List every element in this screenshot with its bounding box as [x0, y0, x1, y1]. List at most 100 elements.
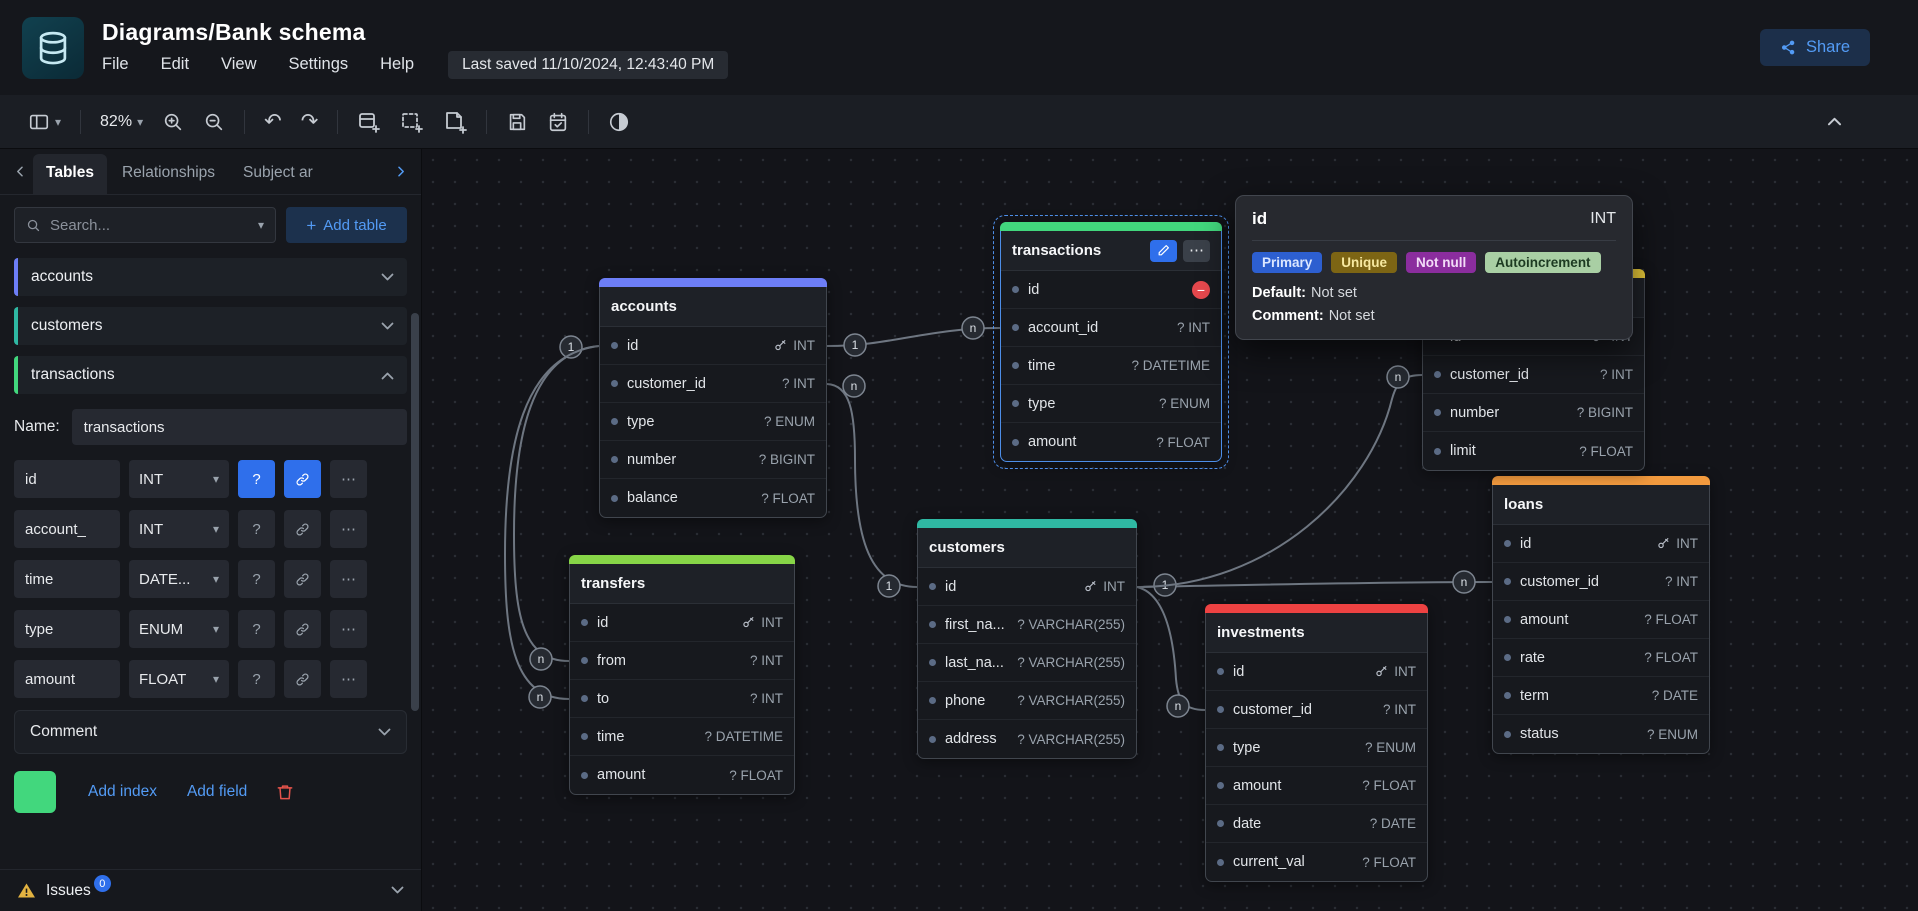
- nullable-toggle-button[interactable]: ?: [238, 510, 275, 548]
- table-header[interactable]: investments: [1206, 613, 1427, 653]
- search-input[interactable]: [50, 217, 249, 234]
- table-field-row[interactable]: number? BIGINT: [600, 441, 826, 479]
- primary-key-button[interactable]: [284, 460, 321, 498]
- diagram-tree-button[interactable]: ▾: [28, 111, 61, 133]
- field-options-button[interactable]: ⋯: [330, 560, 367, 598]
- tab-relationships[interactable]: Relationships: [109, 154, 228, 194]
- tabs-scroll-right-button[interactable]: [390, 164, 413, 194]
- field-options-button[interactable]: ⋯: [330, 510, 367, 548]
- table-field-row[interactable]: balance? FLOAT: [600, 479, 826, 517]
- table-name-input[interactable]: [72, 409, 407, 445]
- menu-help[interactable]: Help: [380, 55, 414, 74]
- table-field-row[interactable]: customer_id? INT: [600, 365, 826, 403]
- table-field-row[interactable]: idINT: [1206, 653, 1427, 691]
- field-options-button[interactable]: ⋯: [330, 460, 367, 498]
- primary-key-button[interactable]: [284, 510, 321, 548]
- menu-settings[interactable]: Settings: [289, 55, 349, 74]
- add-area-button[interactable]: [400, 110, 424, 134]
- table-field-row[interactable]: limit? FLOAT: [1423, 432, 1644, 470]
- table-field-row[interactable]: address? VARCHAR(255): [918, 720, 1136, 758]
- scrollbar-thumb[interactable]: [411, 313, 419, 711]
- table-field-row[interactable]: amount? FLOAT: [1001, 423, 1221, 461]
- field-name-input[interactable]: amount: [14, 660, 120, 698]
- tabs-scroll-left-button[interactable]: [8, 164, 31, 194]
- table-field-row[interactable]: time? DATETIME: [1001, 347, 1221, 385]
- delete-table-button[interactable]: [275, 782, 295, 802]
- table-field-row[interactable]: type? ENUM: [1206, 729, 1427, 767]
- table-field-row[interactable]: amount? FLOAT: [1493, 601, 1709, 639]
- nullable-toggle-button[interactable]: ?: [238, 460, 275, 498]
- table-header[interactable]: transactions⋯: [1001, 231, 1221, 271]
- nullable-toggle-button[interactable]: ?: [238, 660, 275, 698]
- field-name-input[interactable]: time: [14, 560, 120, 598]
- table-field-row[interactable]: account_id? INT: [1001, 309, 1221, 347]
- add-table-button[interactable]: [357, 110, 381, 134]
- collapse-header-button[interactable]: [1827, 113, 1842, 131]
- menu-edit[interactable]: Edit: [161, 55, 189, 74]
- issues-bar[interactable]: Issues 0: [0, 869, 421, 911]
- delete-field-button[interactable]: −: [1192, 281, 1210, 299]
- diagram-table-loans[interactable]: loansidINTcustomer_id? INTamount? FLOATr…: [1492, 476, 1710, 754]
- table-field-row[interactable]: type? ENUM: [1001, 385, 1221, 423]
- diagram-table-accounts[interactable]: accountsidINTcustomer_id? INTtype? ENUMn…: [599, 278, 827, 518]
- table-field-row[interactable]: term? DATE: [1493, 677, 1709, 715]
- table-field-row[interactable]: idINT: [1493, 525, 1709, 563]
- nullable-toggle-button[interactable]: ?: [238, 560, 275, 598]
- table-field-row[interactable]: type? ENUM: [600, 403, 826, 441]
- table-field-row[interactable]: phone? VARCHAR(255): [918, 682, 1136, 720]
- diagram-table-customers[interactable]: customersidINTfirst_na...? VARCHAR(255)l…: [917, 519, 1137, 759]
- field-type-select[interactable]: DATE...▾: [129, 560, 229, 598]
- diagram-table-investments[interactable]: investmentsidINTcustomer_id? INTtype? EN…: [1205, 604, 1428, 882]
- table-field-row[interactable]: current_val? FLOAT: [1206, 843, 1427, 881]
- table-header[interactable]: customers: [918, 528, 1136, 568]
- table-header[interactable]: transfers: [570, 564, 794, 604]
- task-list-button[interactable]: [547, 111, 569, 133]
- menu-file[interactable]: File: [102, 55, 129, 74]
- add-note-button[interactable]: [443, 110, 467, 134]
- undo-button[interactable]: ↶: [264, 111, 282, 132]
- table-field-row[interactable]: time? DATETIME: [570, 718, 794, 756]
- table-field-row[interactable]: idINT: [570, 604, 794, 642]
- primary-key-button[interactable]: [284, 610, 321, 648]
- zoom-out-button[interactable]: [203, 111, 225, 133]
- add-field-button[interactable]: Add field: [175, 775, 259, 809]
- add-table-sidebar-button[interactable]: + Add table: [286, 207, 407, 243]
- table-field-row[interactable]: rate? FLOAT: [1493, 639, 1709, 677]
- table-field-row[interactable]: id−: [1001, 271, 1221, 309]
- table-field-row[interactable]: customer_id? INT: [1423, 356, 1644, 394]
- table-field-row[interactable]: customer_id? INT: [1206, 691, 1427, 729]
- table-field-row[interactable]: amount? FLOAT: [570, 756, 794, 794]
- table-field-row[interactable]: idINT: [600, 327, 826, 365]
- share-button[interactable]: Share: [1760, 29, 1870, 66]
- zoom-in-button[interactable]: [162, 111, 184, 133]
- table-color-swatch[interactable]: [14, 771, 56, 813]
- field-type-select[interactable]: ENUM▾: [129, 610, 229, 648]
- tab-tables[interactable]: Tables: [33, 154, 107, 194]
- field-options-button[interactable]: ⋯: [330, 660, 367, 698]
- table-field-row[interactable]: date? DATE: [1206, 805, 1427, 843]
- table-field-row[interactable]: idINT: [918, 568, 1136, 606]
- comment-collapsible[interactable]: Comment: [14, 710, 407, 754]
- field-name-input[interactable]: id: [14, 460, 120, 498]
- primary-key-button[interactable]: [284, 660, 321, 698]
- sidebar-scrollbar[interactable]: [411, 299, 419, 905]
- field-type-select[interactable]: INT▾: [129, 510, 229, 548]
- sidebar-table-customers[interactable]: customers: [14, 307, 407, 345]
- diagram-canvas[interactable]: 1n1n1nn1nnn accountsidINTcustomer_id? IN…: [422, 149, 1918, 911]
- field-name-input[interactable]: account_: [14, 510, 120, 548]
- nullable-toggle-button[interactable]: ?: [238, 610, 275, 648]
- field-type-select[interactable]: INT▾: [129, 460, 229, 498]
- menu-view[interactable]: View: [221, 55, 256, 74]
- diagram-table-transactions[interactable]: transactions⋯id−account_id? INTtime? DAT…: [1000, 222, 1222, 462]
- primary-key-button[interactable]: [284, 560, 321, 598]
- table-field-row[interactable]: last_na...? VARCHAR(255): [918, 644, 1136, 682]
- table-field-row[interactable]: amount? FLOAT: [1206, 767, 1427, 805]
- table-more-button[interactable]: ⋯: [1183, 240, 1210, 262]
- diagram-table-transfers[interactable]: transfersidINTfrom? INTto? INTtime? DATE…: [569, 555, 795, 795]
- table-search-box[interactable]: ▾: [14, 207, 276, 243]
- zoom-level-dropdown[interactable]: 82% ▾: [100, 113, 143, 131]
- save-button[interactable]: [506, 111, 528, 133]
- add-index-button[interactable]: Add index: [76, 775, 169, 809]
- table-field-row[interactable]: from? INT: [570, 642, 794, 680]
- field-options-button[interactable]: ⋯: [330, 610, 367, 648]
